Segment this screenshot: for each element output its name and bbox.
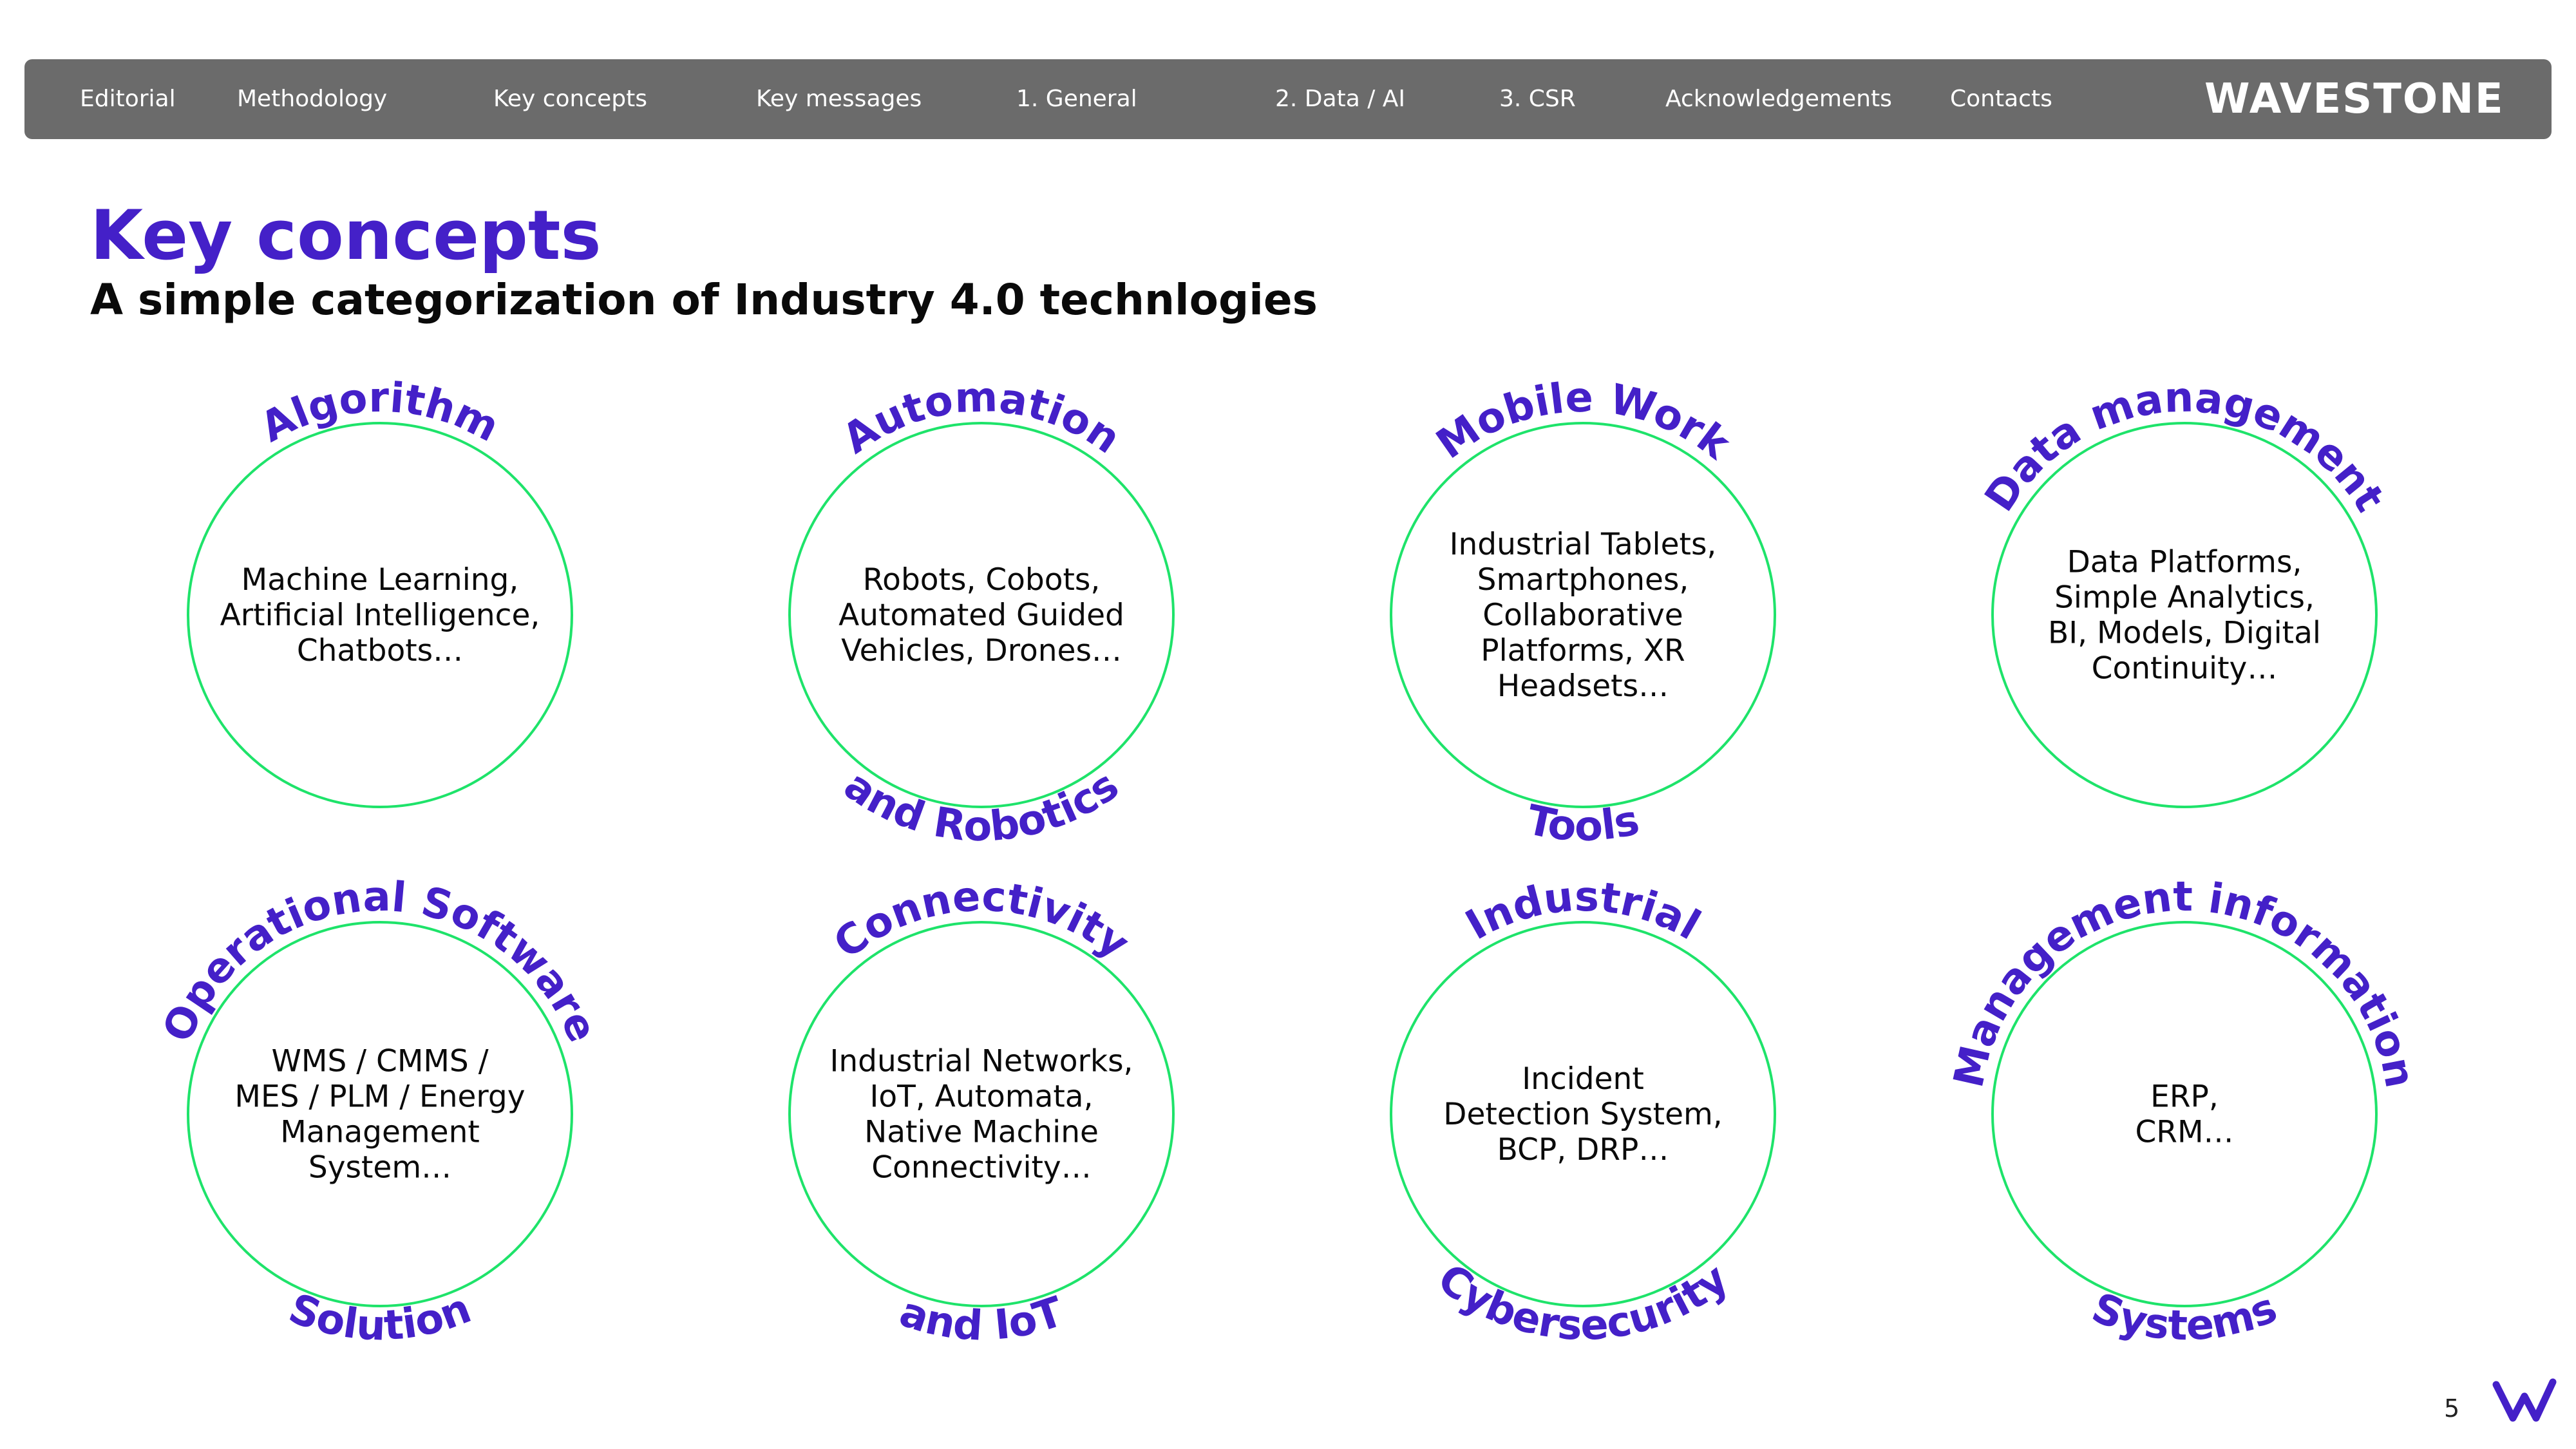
concept-description-line: Incident: [1522, 1061, 1644, 1097]
concept-top-label: Data management: [1976, 374, 2393, 520]
concept-top-label: Management information: [1945, 873, 2423, 1092]
concept-data-management: Data management Data Platforms,Simple Ana…: [1976, 374, 2393, 808]
concept-description-line: Industrial Networks,: [829, 1044, 1133, 1079]
concept-automation: Automation and Robotics Robots, Cobots,Aut…: [788, 374, 1175, 851]
concept-description-line: Chatbots…: [297, 633, 463, 668]
concept-bottom-label: Tools: [1522, 797, 1643, 851]
concept-description-line: MES / PLM / Energy: [234, 1079, 525, 1115]
concept-description-line: Vehicles, Drones…: [841, 633, 1122, 668]
concept-description-line: Continuity…: [2092, 651, 2278, 687]
concept-description-line: Native Machine: [864, 1115, 1099, 1150]
concept-description-line: BCP, DRP…: [1497, 1132, 1669, 1168]
concept-description-line: Management: [280, 1115, 480, 1150]
concept-description-line: Collaborative: [1482, 598, 1683, 633]
concept-connectivity: Connectivity and IoT Industrial Networks,I…: [788, 873, 1175, 1350]
concept-description-line: BI, Models, Digital: [2048, 616, 2321, 651]
concept-industrial: Industrial Cybersecurity IncidentDetection…: [1390, 873, 1776, 1350]
concept-description-line: WMS / CMMS /: [271, 1044, 488, 1079]
concept-bottom-label: Cybersecurity: [1428, 1255, 1737, 1350]
concept-description-line: System…: [308, 1150, 451, 1186]
concept-description-line: Robots, Cobots,: [863, 562, 1101, 598]
concept-top-label: Connectivity: [826, 873, 1138, 968]
concept-description-line: Simple Analytics,: [2054, 580, 2315, 616]
concept-description-line: Automated Guided: [838, 598, 1124, 633]
concept-description-line: CRM…: [2135, 1115, 2233, 1150]
page-number: 5: [2444, 1394, 2460, 1423]
concept-bottom-label: and IoT: [894, 1288, 1070, 1350]
concept-description-line: Data Platforms,: [2067, 545, 2302, 580]
concept-management-information: Management information Systems ERP,CRM…: [1945, 873, 2423, 1350]
concept-top-label: Algorithm: [253, 374, 506, 452]
concept-mobile-work: Mobile WorkToolsIndustrial Tablets,Smart…: [1390, 374, 1776, 851]
concept-top-label: Industrial: [1458, 873, 1708, 950]
concept-bottom-label: Solution: [283, 1285, 477, 1350]
concept-top-label: Automation: [835, 374, 1129, 463]
concept-top-label: Operational Software: [154, 873, 606, 1049]
concept-description-line: Smartphones,: [1477, 562, 1689, 598]
concept-algorithm: Algorithm Machine Learning,Artificial Int…: [187, 374, 573, 808]
concept-diagram: Algorithm Machine Learning,Artificial Int…: [154, 374, 2423, 1350]
wavestone-w-icon: [2492, 1378, 2557, 1422]
concept-description-line: Connectivity…: [871, 1150, 1092, 1186]
concept-description-line: ERP,: [2150, 1079, 2219, 1115]
concept-description-line: Machine Learning,: [242, 562, 519, 598]
concept-description-line: IoT, Automata,: [869, 1079, 1093, 1115]
concept-description-line: Detection System,: [1443, 1097, 1722, 1132]
concept-description-line: Industrial Tablets,: [1450, 527, 1717, 562]
concept-operational-software: Operational Software Solution WMS / CMMS /…: [154, 873, 606, 1350]
concept-description-line: Headsets…: [1497, 668, 1669, 704]
concept-description-line: Platforms, XR: [1481, 633, 1685, 668]
concept-description-line: Artificial Intelligence,: [220, 598, 540, 633]
concept-bottom-label: Systems: [2085, 1284, 2283, 1350]
concept-bottom-label: and Robotics: [835, 761, 1127, 851]
